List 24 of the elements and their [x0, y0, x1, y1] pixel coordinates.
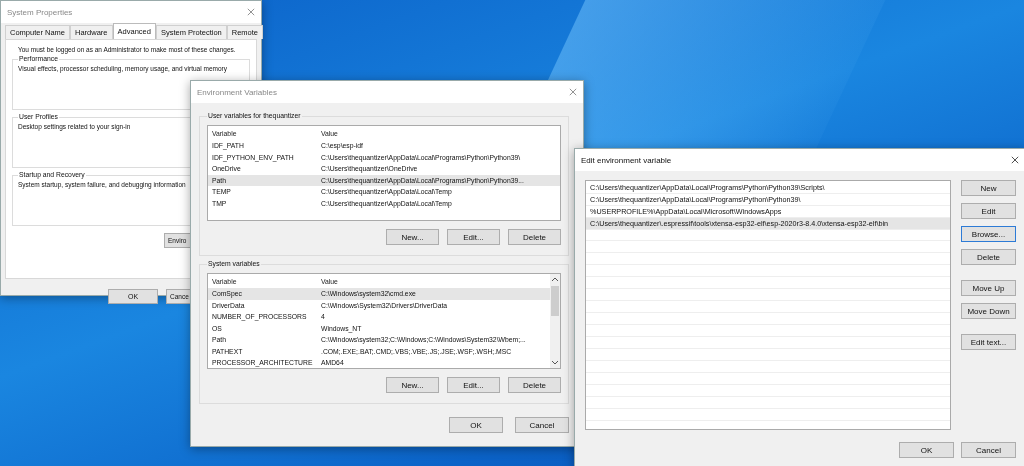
scrollbar[interactable]: [550, 274, 560, 368]
window-title: Environment Variables: [197, 87, 277, 97]
dialog-button[interactable]: OK: [899, 442, 954, 458]
dialog-button[interactable]: Cancel: [961, 442, 1016, 458]
list-action-button[interactable]: New...: [386, 229, 439, 245]
window-title: Edit environment variable: [581, 155, 672, 165]
list-action-button[interactable]: Delete: [508, 229, 561, 245]
action-button[interactable]: Edit text...: [961, 334, 1016, 350]
action-button[interactable]: Edit: [961, 203, 1016, 219]
action-button[interactable]: Move Down: [961, 303, 1016, 319]
list-action-button[interactable]: Edit...: [447, 377, 500, 393]
window-title: System Properties: [7, 7, 73, 17]
action-button[interactable]: Browse...: [961, 226, 1016, 242]
list-action-button[interactable]: Edit...: [447, 229, 500, 245]
action-button[interactable]: Move Up: [961, 280, 1016, 296]
list-action-button[interactable]: New...: [386, 377, 439, 393]
scroll-up-icon[interactable]: [551, 277, 559, 283]
close-icon[interactable]: [1011, 156, 1019, 164]
action-button[interactable]: Delete: [961, 249, 1016, 265]
list-action-button[interactable]: Delete: [508, 377, 561, 393]
dialog-button[interactable]: Cancel: [515, 417, 569, 433]
action-button[interactable]: New: [961, 180, 1016, 196]
dialog-button[interactable]: OK: [449, 417, 503, 433]
scroll-down-icon[interactable]: [551, 359, 559, 365]
